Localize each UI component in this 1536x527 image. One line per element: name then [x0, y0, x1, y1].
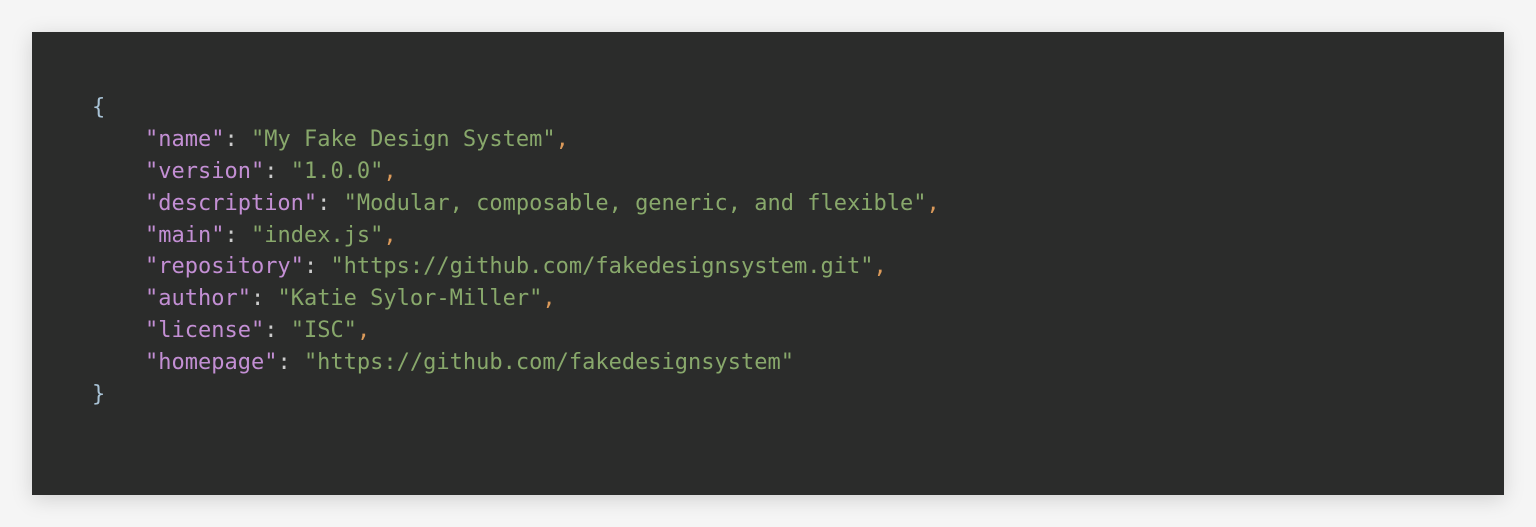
json-key: "description": [145, 191, 317, 216]
page-container: { "name": "My Fake Design System", "vers…: [0, 0, 1536, 527]
code-line: "repository": "https://github.com/fakede…: [92, 254, 887, 279]
colon: :: [224, 127, 251, 152]
json-value: "index.js": [251, 223, 383, 248]
json-key: "repository": [145, 254, 304, 279]
code-line: "homepage": "https://github.com/fakedesi…: [92, 350, 794, 375]
comma: ,: [874, 254, 887, 279]
json-value: "https://github.com/fakedesignsystem.git…: [330, 254, 873, 279]
json-key: "author": [145, 286, 251, 311]
comma: ,: [926, 191, 939, 216]
comma: ,: [383, 223, 396, 248]
colon: :: [304, 254, 331, 279]
json-key: "name": [145, 127, 224, 152]
code-line: "author": "Katie Sylor-Miller",: [92, 286, 556, 311]
json-value: "ISC": [291, 318, 357, 343]
colon: :: [251, 286, 278, 311]
json-key: "license": [145, 318, 264, 343]
json-key: "homepage": [145, 350, 277, 375]
colon: :: [277, 350, 304, 375]
open-brace: {: [92, 95, 105, 120]
colon: :: [264, 159, 291, 184]
code-line: "name": "My Fake Design System",: [92, 127, 569, 152]
code-line: "main": "index.js",: [92, 223, 397, 248]
code-line: "description": "Modular, composable, gen…: [92, 191, 940, 216]
colon: :: [317, 191, 344, 216]
code-line: "version": "1.0.0",: [92, 159, 397, 184]
close-brace: }: [92, 382, 105, 407]
comma: ,: [357, 318, 370, 343]
json-value: "1.0.0": [291, 159, 384, 184]
comma: ,: [556, 127, 569, 152]
json-value: "My Fake Design System": [251, 127, 556, 152]
json-key: "version": [145, 159, 264, 184]
json-value: "https://github.com/fakedesignsystem": [304, 350, 794, 375]
colon: :: [264, 318, 291, 343]
colon: :: [224, 223, 251, 248]
code-block: { "name": "My Fake Design System", "vers…: [32, 32, 1504, 495]
code-line: "license": "ISC",: [92, 318, 370, 343]
comma: ,: [383, 159, 396, 184]
comma: ,: [542, 286, 555, 311]
json-value: "Modular, composable, generic, and flexi…: [344, 191, 927, 216]
json-key: "main": [145, 223, 224, 248]
json-value: "Katie Sylor-Miller": [277, 286, 542, 311]
